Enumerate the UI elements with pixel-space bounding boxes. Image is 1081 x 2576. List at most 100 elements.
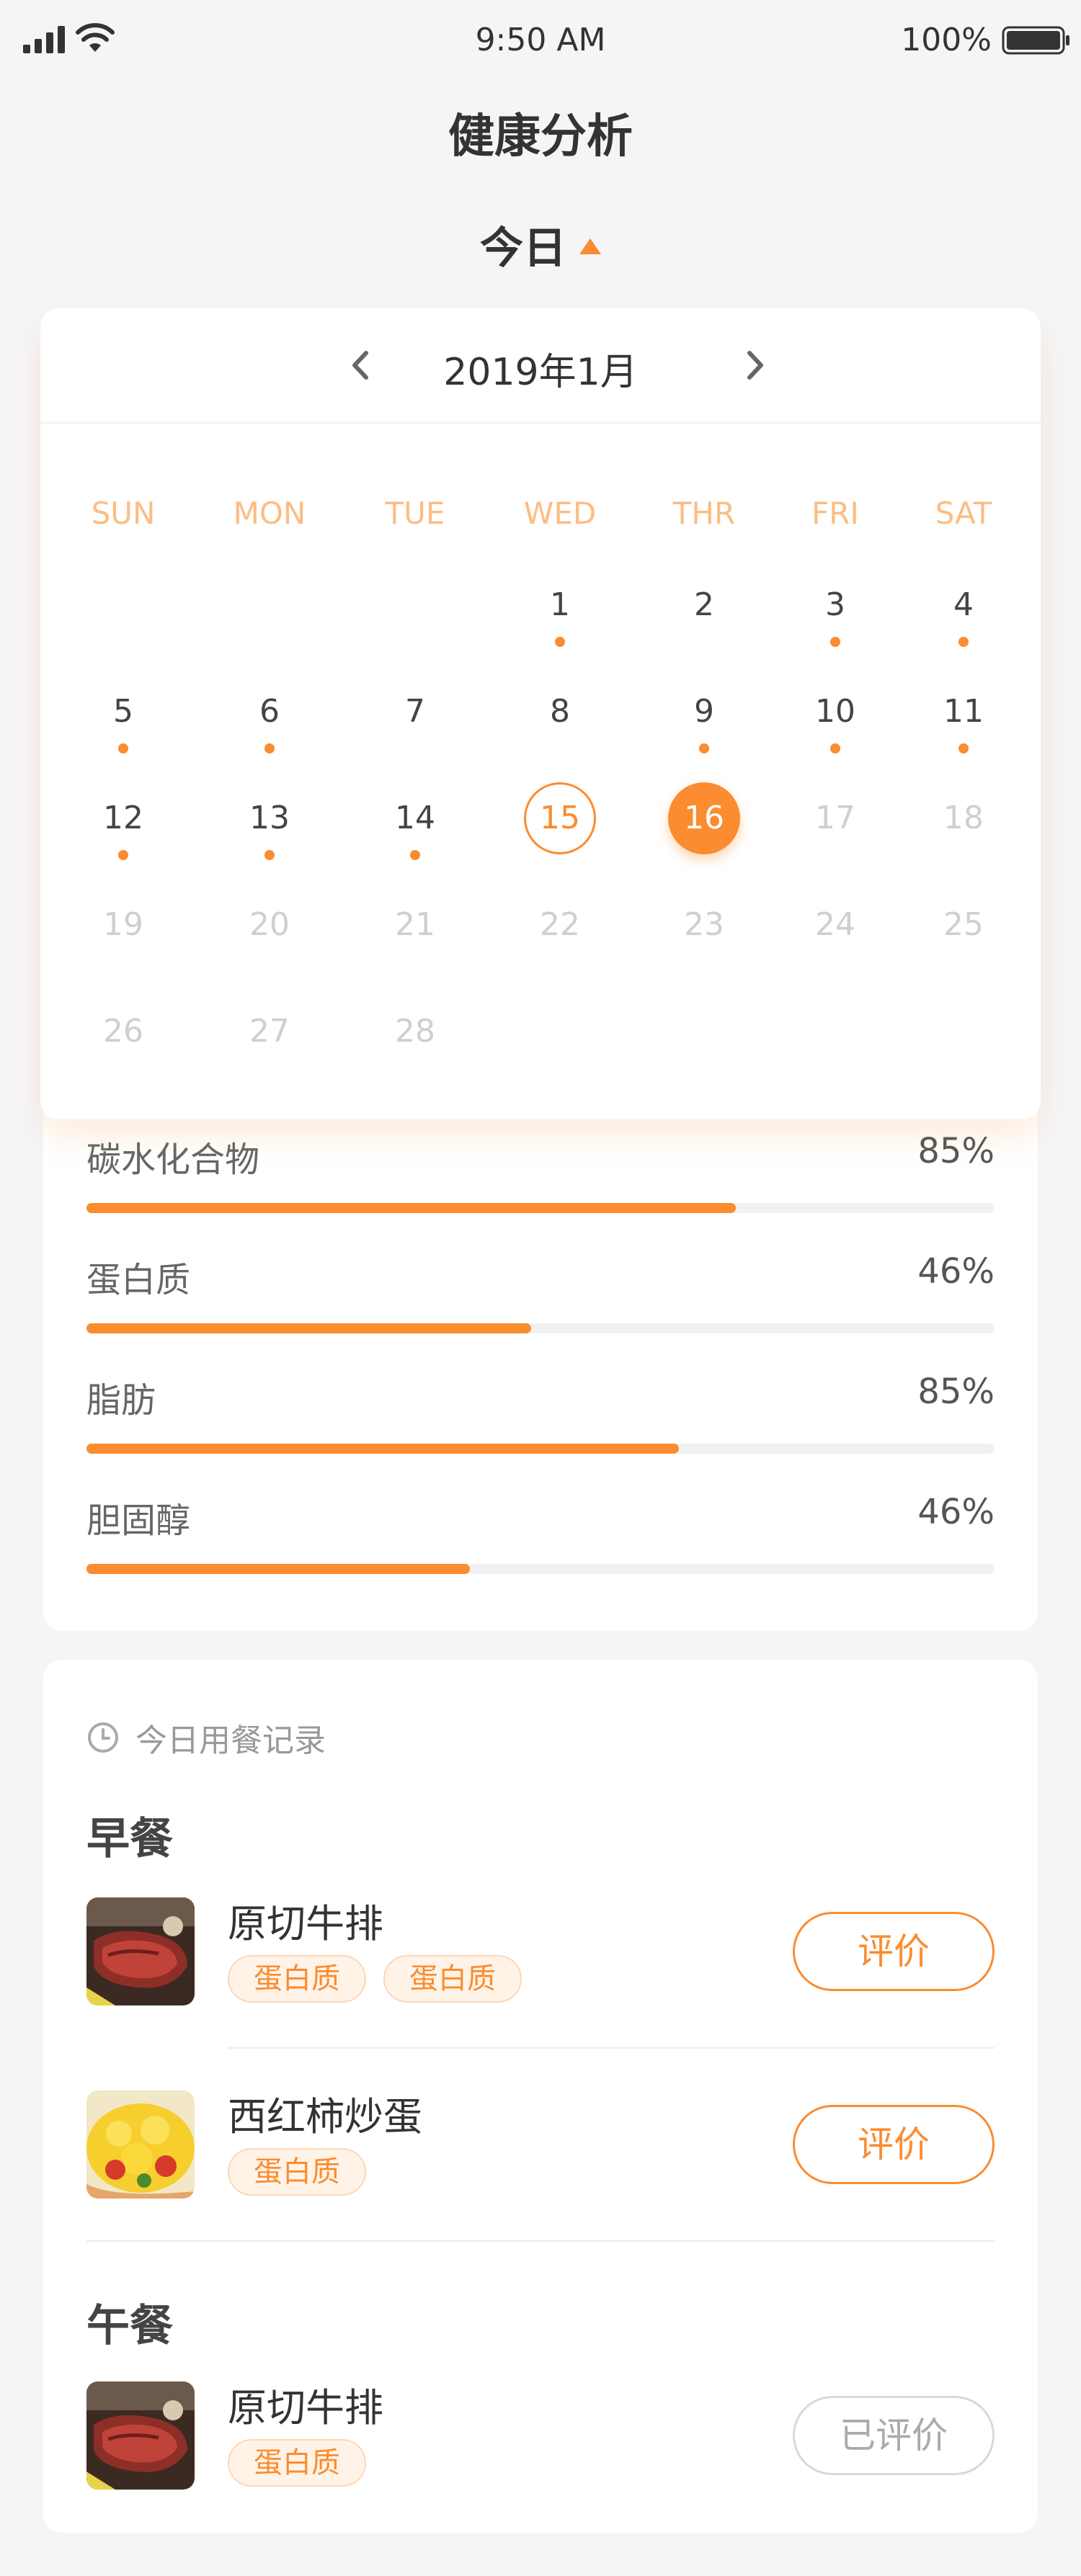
calendar-day-1[interactable]: 1 xyxy=(522,585,597,625)
calendar-day-18[interactable]: 18 xyxy=(926,798,1001,838)
rate-button[interactable]: 评价 xyxy=(793,1912,995,1991)
calendar-day-4[interactable]: 4 xyxy=(926,585,1001,625)
rate-button[interactable]: 评价 xyxy=(793,2105,995,2184)
nutrient-progress-fill xyxy=(86,1564,470,1574)
clock-icon xyxy=(88,1722,118,1753)
nutrient-percentage: 85% xyxy=(917,1131,995,1171)
calendar-day-22[interactable]: 22 xyxy=(522,905,597,945)
calendar-day-27[interactable]: 27 xyxy=(232,1011,307,1052)
calendar-day-24[interactable]: 24 xyxy=(798,905,873,945)
calendar-day-13[interactable]: 13 xyxy=(232,798,307,838)
nutrient-progress-fill xyxy=(86,1323,532,1333)
nutrient-progress-track xyxy=(86,1444,995,1454)
calendar-day-21[interactable]: 21 xyxy=(378,905,453,945)
record-dot xyxy=(118,850,128,860)
calendar-day-28[interactable]: 28 xyxy=(378,1011,453,1052)
calendar-day-10[interactable]: 10 xyxy=(798,692,873,732)
nutrition-card: 碳水化合物 85% 蛋白质 46% 脂肪 85% 胆固醇 46% xyxy=(43,1081,1038,1631)
food-name: 西红柿炒蛋 xyxy=(228,2094,422,2139)
calendar-day-2[interactable]: 2 xyxy=(667,585,742,625)
food-name: 原切牛排 xyxy=(228,2385,383,2430)
weekday-tue: TUE xyxy=(385,496,445,531)
nutrient-percentage: 85% xyxy=(917,1372,995,1412)
calendar-month-label: 2019年1月 xyxy=(443,351,638,394)
nutrient-progress-track xyxy=(86,1203,995,1213)
status-bar: 9:50 AM 100% xyxy=(0,0,1081,79)
period-selector[interactable]: 今日 xyxy=(0,213,1081,276)
weekday-sun: SUN xyxy=(91,496,156,531)
record-dot xyxy=(410,850,420,860)
calendar-header: 2019年1月 xyxy=(40,308,1041,424)
record-dot xyxy=(264,743,275,753)
calendar-day-8[interactable]: 8 xyxy=(522,692,597,732)
nutrient-progress-fill xyxy=(86,1203,736,1213)
calendar-day-17[interactable]: 17 xyxy=(798,798,873,838)
weekday-fri: FRI xyxy=(811,496,859,531)
weekday-sat: SAT xyxy=(935,496,992,531)
food-image xyxy=(86,2090,195,2199)
battery-percentage: 100% xyxy=(901,22,992,58)
calendar-day-11[interactable]: 11 xyxy=(926,692,1001,732)
caret-up-icon xyxy=(579,238,601,254)
battery-icon xyxy=(1002,26,1069,55)
record-dot xyxy=(830,743,840,753)
calendar-day-12[interactable]: 12 xyxy=(86,798,161,838)
nutrient-tag: 蛋白质 xyxy=(228,2148,366,2196)
calendar-day-6[interactable]: 6 xyxy=(232,692,307,732)
calendar-day-20[interactable]: 20 xyxy=(232,905,307,945)
calendar-day-19[interactable]: 19 xyxy=(86,905,161,945)
calendar-day-16[interactable]: 16 xyxy=(667,798,742,838)
food-image xyxy=(86,1897,195,2005)
nutrient-name: 蛋白质 xyxy=(86,1260,191,1300)
calendar-popup: 2019年1月 SUN MON TUE WED THR FRI SAT 1 2 3 4 5 6 7 8 9 10… xyxy=(40,308,1041,1119)
food-tags: 蛋白质 xyxy=(228,2439,383,2487)
nutrient-progress-fill xyxy=(86,1444,679,1454)
calendar-day-3[interactable]: 3 xyxy=(798,585,873,625)
record-dot xyxy=(264,850,275,860)
food-tags: 蛋白质 蛋白质 xyxy=(228,1955,539,2003)
weekday-wed: WED xyxy=(523,496,597,531)
nutrient-tag: 蛋白质 xyxy=(228,2439,366,2487)
food-item: 原切牛排 蛋白质 蛋白质 评价 xyxy=(86,1897,995,2005)
food-item: 西红柿炒蛋蛋白质 评价 xyxy=(86,2090,995,2199)
nutrient-progress-track xyxy=(86,1564,995,1574)
meal-title-breakfast: 早餐 xyxy=(86,1814,173,1864)
period-label: 今日 xyxy=(480,223,566,274)
chevron-right-icon[interactable] xyxy=(729,340,780,390)
nutrient-row: 蛋白质 46% xyxy=(86,1251,995,1338)
nutrient-name: 胆固醇 xyxy=(86,1501,191,1541)
calendar-day-23[interactable]: 23 xyxy=(667,905,742,945)
rated-button[interactable]: 已评价 xyxy=(793,2396,995,2475)
meal-title-lunch: 午餐 xyxy=(86,2301,173,2351)
record-dot xyxy=(118,743,128,753)
nutrient-name: 脂肪 xyxy=(86,1380,156,1421)
nutrient-row: 胆固醇 46% xyxy=(86,1492,995,1578)
nutrient-percentage: 46% xyxy=(917,1251,995,1292)
weekday-thr: THR xyxy=(672,496,736,531)
food-item: 原切牛排蛋白质 已评价 xyxy=(86,2382,995,2490)
calendar-day-26[interactable]: 26 xyxy=(86,1011,161,1052)
record-dot xyxy=(699,743,709,753)
calendar-day-9[interactable]: 9 xyxy=(667,692,742,732)
nutrient-tag: 蛋白质 xyxy=(228,1955,366,2003)
record-dot xyxy=(958,743,969,753)
calendar-day-5[interactable]: 5 xyxy=(86,692,161,732)
nutrient-row: 脂肪 85% xyxy=(86,1372,995,1458)
divider xyxy=(86,2240,995,2242)
calendar-day-14[interactable]: 14 xyxy=(378,798,453,838)
nutrient-progress-track xyxy=(86,1323,995,1333)
nutrient-row: 碳水化合物 85% xyxy=(86,1131,995,1217)
record-dot xyxy=(555,637,565,647)
meal-records-card: 今日用餐记录 早餐 午餐 原切牛排 蛋白质 蛋白质 评价 西红柿炒蛋 蛋白质 评价 原切牛排蛋… xyxy=(43,1660,1038,2533)
record-dot xyxy=(958,637,969,647)
calendar-day-25[interactable]: 25 xyxy=(926,905,1001,945)
meal-records-title: 今日用餐记录 xyxy=(135,1722,326,1759)
weekday-mon: MON xyxy=(233,496,306,531)
record-dot xyxy=(830,637,840,647)
calendar-day-7[interactable]: 7 xyxy=(378,692,453,732)
food-tags: 蛋白质 xyxy=(228,2148,383,2196)
page-title: 健康分析 xyxy=(448,110,633,164)
food-image xyxy=(86,2382,195,2490)
nutrient-name: 碳水化合物 xyxy=(86,1140,260,1180)
calendar-day-15[interactable]: 15 xyxy=(522,798,597,838)
